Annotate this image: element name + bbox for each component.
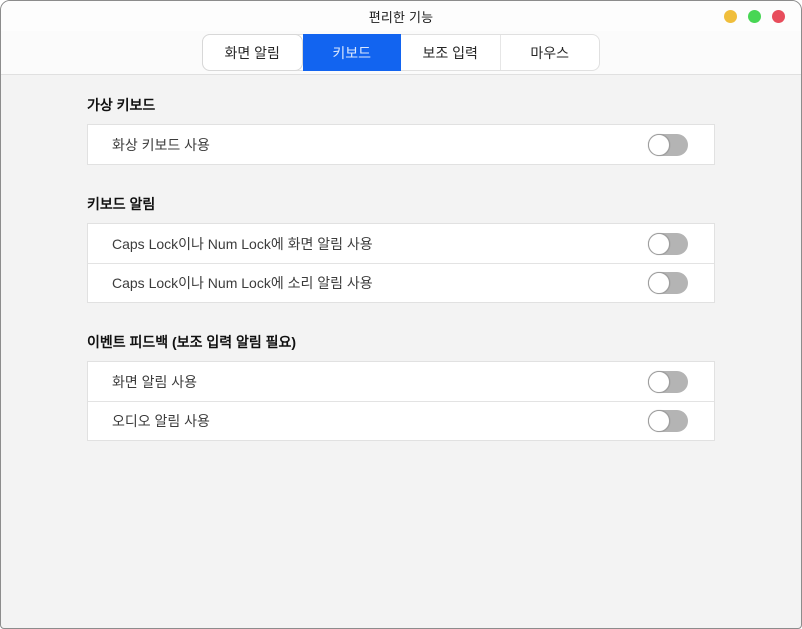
setting-row: 오디오 알림 사용 <box>88 401 714 440</box>
setting-row: Caps Lock이나 Num Lock에 화면 알림 사용 <box>88 224 714 263</box>
section-event-feedback: 이벤트 피드백 (보조 입력 알림 필요) 화면 알림 사용 오디오 알림 사용 <box>87 334 715 441</box>
onscreen-keyboard-toggle[interactable] <box>648 134 688 156</box>
toggle-knob <box>648 371 670 393</box>
setting-row: 화상 키보드 사용 <box>88 125 714 164</box>
setting-row: Caps Lock이나 Num Lock에 소리 알림 사용 <box>88 263 714 302</box>
close-button[interactable] <box>772 10 785 23</box>
capslock-sound-alert-toggle[interactable] <box>648 272 688 294</box>
settings-card: 화면 알림 사용 오디오 알림 사용 <box>87 361 715 441</box>
section-header: 이벤트 피드백 (보조 입력 알림 필요) <box>87 334 715 351</box>
setting-label: Caps Lock이나 Num Lock에 소리 알림 사용 <box>112 273 373 293</box>
setting-row: 화면 알림 사용 <box>88 362 714 401</box>
tab-mouse[interactable]: 마우스 <box>500 35 600 70</box>
setting-label: 화면 알림 사용 <box>112 372 197 392</box>
audio-alert-toggle[interactable] <box>648 410 688 432</box>
settings-card: Caps Lock이나 Num Lock에 화면 알림 사용 Caps Lock… <box>87 223 715 303</box>
tab-screen-alert[interactable]: 화면 알림 <box>202 34 303 71</box>
settings-window: 편리한 기능 화면 알림 키보드 보조 입력 마우스 가상 키보드 화상 키보드… <box>0 0 802 629</box>
minimize-button[interactable] <box>724 10 737 23</box>
section-virtual-keyboard: 가상 키보드 화상 키보드 사용 <box>87 97 715 165</box>
tab-assistive-input[interactable]: 보조 입력 <box>401 35 500 70</box>
capslock-visual-alert-toggle[interactable] <box>648 233 688 255</box>
toggle-knob <box>648 410 670 432</box>
window-title: 편리한 기능 <box>369 7 434 26</box>
window-controls <box>724 1 785 31</box>
titlebar[interactable]: 편리한 기능 <box>1 1 801 31</box>
setting-label: Caps Lock이나 Num Lock에 화면 알림 사용 <box>112 234 373 254</box>
maximize-button[interactable] <box>748 10 761 23</box>
content-area: 가상 키보드 화상 키보드 사용 키보드 알림 Caps Lock이나 Num … <box>1 75 801 441</box>
toggle-knob <box>648 134 670 156</box>
toggle-knob <box>648 233 670 255</box>
tab-bar: 화면 알림 키보드 보조 입력 마우스 <box>1 31 801 75</box>
section-keyboard-alerts: 키보드 알림 Caps Lock이나 Num Lock에 화면 알림 사용 Ca… <box>87 196 715 303</box>
visual-alert-toggle[interactable] <box>648 371 688 393</box>
tab-keyboard[interactable]: 키보드 <box>303 34 402 71</box>
settings-card: 화상 키보드 사용 <box>87 124 715 165</box>
section-header: 가상 키보드 <box>87 97 715 114</box>
section-header: 키보드 알림 <box>87 196 715 213</box>
setting-label: 오디오 알림 사용 <box>112 411 210 431</box>
tab-group: 화면 알림 키보드 보조 입력 마우스 <box>202 34 600 71</box>
setting-label: 화상 키보드 사용 <box>112 135 210 155</box>
toggle-knob <box>648 272 670 294</box>
